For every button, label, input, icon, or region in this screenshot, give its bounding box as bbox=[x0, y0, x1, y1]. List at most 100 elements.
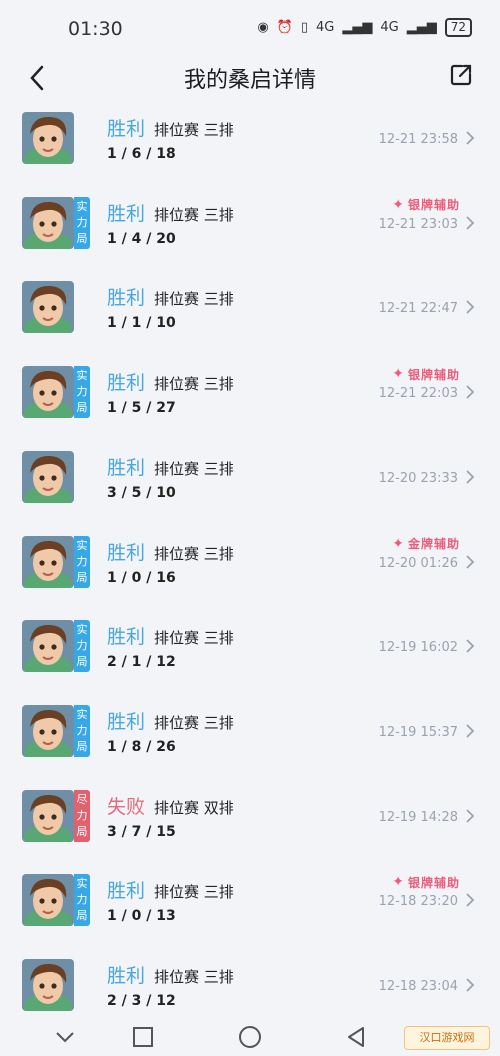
match-result: 胜利 bbox=[107, 710, 146, 733]
match-result: 胜利 bbox=[107, 118, 146, 140]
hero-avatar bbox=[22, 789, 74, 842]
chevron-down-icon[interactable] bbox=[52, 1024, 78, 1050]
match-kda: 1 / 0 / 16 bbox=[107, 569, 176, 586]
chevron-right-icon bbox=[466, 385, 475, 399]
vibrate-icon: ▯ bbox=[300, 20, 308, 35]
rank-badge: ✦ 金牌辅助 bbox=[378, 534, 460, 554]
page-title: 我的桑启详情 bbox=[183, 68, 316, 93]
system-nav-bar: 汉口游戏网 bbox=[0, 1018, 500, 1056]
match-time: 12-19 16:02 bbox=[378, 640, 458, 656]
match-row[interactable]: 尽力局 失败 排位赛 双排 3 / 7 / 15 12-19 14:28 bbox=[0, 788, 500, 858]
match-mode: 排位赛 三排 bbox=[154, 121, 234, 139]
match-row[interactable]: 胜利 排位赛 三排 1 / 1 / 10 12-21 22:47 bbox=[0, 279, 500, 349]
hero-avatar bbox=[22, 620, 74, 673]
chevron-right-icon bbox=[466, 639, 475, 653]
match-tag: 实力局 bbox=[74, 366, 90, 419]
recent-apps-button[interactable] bbox=[130, 1024, 156, 1050]
match-time: 12-18 23:20 bbox=[378, 894, 458, 910]
match-time: 12-21 23:58 bbox=[378, 132, 458, 147]
rank-badge-label: 银牌辅助 bbox=[407, 875, 460, 890]
hero-avatar bbox=[22, 112, 74, 164]
match-kda: 1 / 5 / 27 bbox=[107, 400, 176, 417]
match-result: 胜利 bbox=[107, 626, 146, 649]
match-time: 12-18 23:04 bbox=[378, 979, 458, 994]
match-row[interactable]: 胜利 排位赛 三排 1 / 6 / 18 12-21 23:58 bbox=[0, 110, 500, 180]
match-time: 12-19 15:37 bbox=[378, 724, 458, 740]
match-mode: 排位赛 三排 bbox=[154, 205, 234, 224]
match-result: 胜利 bbox=[107, 880, 146, 903]
home-button[interactable] bbox=[237, 1024, 263, 1050]
match-kda: 1 / 1 / 10 bbox=[107, 315, 176, 332]
hero-avatar bbox=[22, 704, 74, 757]
match-result: 胜利 bbox=[107, 541, 146, 564]
badge-star-icon: ✦ bbox=[392, 196, 405, 213]
match-mode: 排位赛 三排 bbox=[154, 629, 234, 648]
match-kda: 1 / 6 / 18 bbox=[107, 146, 176, 162]
match-mode: 排位赛 三排 bbox=[154, 883, 234, 902]
match-mode: 排位赛 三排 bbox=[154, 375, 234, 394]
match-tag: 实力局 bbox=[74, 874, 90, 927]
app-header: 我的桑启详情 bbox=[0, 58, 500, 102]
chevron-right-icon bbox=[466, 300, 475, 315]
hero-avatar bbox=[22, 535, 74, 588]
match-kda: 3 / 5 / 10 bbox=[107, 484, 176, 501]
chevron-right-icon bbox=[466, 470, 475, 484]
match-row[interactable]: 实力局 胜利 排位赛 三排 1 / 5 / 27 ✦ 银牌辅助 12-21 22:03 bbox=[0, 364, 500, 434]
signal-icon-2: ▂▄▆ bbox=[406, 20, 437, 35]
network-4g-2: 4G bbox=[380, 20, 399, 35]
watermark: 汉口游戏网 bbox=[404, 1026, 490, 1050]
chevron-right-icon bbox=[466, 216, 475, 230]
match-kda: 1 / 4 / 20 bbox=[107, 230, 176, 247]
match-row[interactable]: 实力局 胜利 排位赛 三排 1 / 4 / 20 ✦ 银牌辅助 12-21 23:03 bbox=[0, 195, 500, 265]
match-mode: 排位赛 双排 bbox=[154, 798, 234, 817]
match-time: 12-21 22:03 bbox=[378, 386, 458, 402]
match-time: 12-21 23:03 bbox=[378, 216, 458, 232]
rank-badge-label: 银牌辅助 bbox=[407, 367, 460, 382]
alarm-icon: ⏰ bbox=[276, 20, 293, 35]
match-mode: 排位赛 三排 bbox=[154, 544, 234, 563]
hero-avatar bbox=[22, 366, 74, 419]
status-icons: ◉ ⏰ ▯ 4G ▂▄▆ 4G ▂▄▆ 72 bbox=[257, 18, 472, 37]
match-time: 12-20 01:26 bbox=[378, 555, 458, 571]
match-time: 12-21 22:47 bbox=[378, 301, 458, 317]
match-mode: 排位赛 三排 bbox=[154, 290, 234, 309]
hero-avatar bbox=[22, 874, 74, 927]
share-icon bbox=[450, 64, 472, 86]
back-nav-button[interactable] bbox=[343, 1024, 369, 1050]
match-row[interactable]: 实力局 胜利 排位赛 三排 1 / 0 / 16 ✦ 金牌辅助 12-20 01:26 bbox=[0, 534, 500, 604]
chevron-right-icon bbox=[466, 808, 475, 823]
chevron-right-icon bbox=[466, 554, 475, 569]
match-result: 胜利 bbox=[107, 202, 146, 225]
match-kda: 2 / 1 / 12 bbox=[107, 654, 176, 671]
hero-avatar bbox=[22, 450, 74, 503]
badge-star-icon: ✦ bbox=[392, 874, 405, 891]
rank-badge-label: 金牌辅助 bbox=[407, 537, 460, 551]
match-result: 胜利 bbox=[107, 965, 146, 987]
match-row[interactable]: 实力局 胜利 排位赛 三排 2 / 1 / 12 12-19 16:02 bbox=[0, 618, 500, 688]
rank-badge: ✦ 银牌辅助 bbox=[378, 364, 460, 384]
chevron-right-icon bbox=[466, 724, 475, 738]
match-kda: 3 / 7 / 15 bbox=[107, 823, 176, 840]
match-tag: 实力局 bbox=[74, 620, 90, 673]
match-row[interactable]: 胜利 排位赛 三排 2 / 3 / 12 12-18 23:04 bbox=[0, 957, 500, 1027]
match-result: 胜利 bbox=[107, 372, 146, 395]
chevron-right-icon bbox=[466, 131, 475, 145]
chevron-right-icon bbox=[466, 893, 475, 907]
match-row[interactable]: 胜利 排位赛 三排 3 / 5 / 10 12-20 23:33 bbox=[0, 449, 500, 519]
match-tag: 实力局 bbox=[74, 704, 90, 757]
hero-avatar bbox=[22, 196, 74, 249]
hero-avatar bbox=[22, 281, 74, 334]
match-time: 12-20 23:33 bbox=[378, 470, 458, 486]
match-tag: 实力局 bbox=[74, 535, 90, 588]
share-button[interactable] bbox=[448, 62, 478, 92]
battery-indicator: 72 bbox=[444, 18, 472, 37]
chevron-right-icon bbox=[466, 978, 475, 992]
badge-star-icon: ✦ bbox=[392, 535, 405, 552]
match-result: 胜利 bbox=[107, 287, 146, 310]
match-row[interactable]: 实力局 胜利 排位赛 三排 1 / 8 / 26 12-19 15:37 bbox=[0, 703, 500, 773]
match-row[interactable]: 实力局 胜利 排位赛 三排 1 / 0 / 13 ✦ 银牌辅助 12-18 23:20 bbox=[0, 872, 500, 942]
match-kda: 1 / 0 / 13 bbox=[107, 908, 176, 925]
match-tag: 尽力局 bbox=[74, 789, 90, 842]
rank-badge-label: 银牌辅助 bbox=[407, 198, 460, 213]
match-mode: 排位赛 三排 bbox=[154, 968, 234, 986]
